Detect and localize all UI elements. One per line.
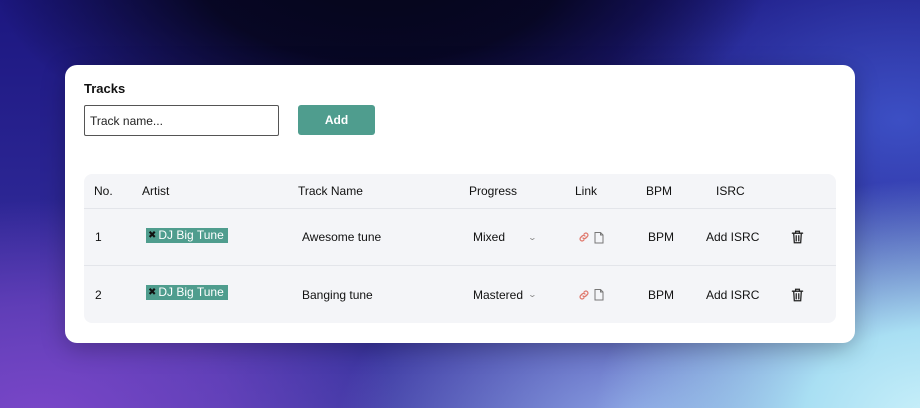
add-isrc-link[interactable]: Add ISRC xyxy=(706,266,759,323)
progress-value: Mixed xyxy=(473,230,506,244)
link-cell xyxy=(578,266,604,323)
progress-select[interactable]: Mastered ⌄ xyxy=(473,287,538,302)
link-cell xyxy=(578,209,604,265)
chevron-down-icon: ⌄ xyxy=(527,232,538,242)
track-name-input[interactable] xyxy=(84,105,279,136)
copy-icon[interactable] xyxy=(594,231,604,244)
link-icon[interactable] xyxy=(578,231,590,243)
table-header: No. Artist Track Name Progress Link BPM … xyxy=(84,174,836,209)
table-row: 1 ✖ DJ Big Tune Awesome tune Mixed ⌄ BPM… xyxy=(84,209,836,266)
card-title: Tracks xyxy=(84,81,126,96)
trash-icon[interactable] xyxy=(791,230,804,244)
header-isrc: ISRC xyxy=(716,184,745,198)
add-button[interactable]: Add xyxy=(298,105,375,135)
artist-cell: ✖ DJ Big Tune xyxy=(146,209,228,265)
close-icon[interactable]: ✖ xyxy=(148,230,156,241)
artist-tag: ✖ DJ Big Tune xyxy=(146,285,228,300)
track-name: Awesome tune xyxy=(302,230,382,244)
artist-cell: ✖ DJ Big Tune xyxy=(146,266,228,323)
bpm-value[interactable]: BPM xyxy=(648,266,674,323)
track-name: Banging tune xyxy=(302,287,373,302)
delete-cell xyxy=(791,266,804,323)
tracks-table: No. Artist Track Name Progress Link BPM … xyxy=(84,174,836,323)
progress-cell: Mastered ⌄ xyxy=(473,266,538,323)
header-track-name: Track Name xyxy=(298,184,363,198)
artist-tag: ✖ DJ Big Tune xyxy=(146,228,228,243)
progress-cell: Mixed ⌄ xyxy=(473,209,538,265)
header-progress: Progress xyxy=(469,184,518,198)
artist-name: DJ Big Tune xyxy=(158,228,224,242)
row-number: 2 xyxy=(95,287,102,302)
trash-icon[interactable] xyxy=(791,288,804,302)
add-isrc-link[interactable]: Add ISRC xyxy=(706,209,759,265)
copy-icon[interactable] xyxy=(594,288,604,301)
progress-select[interactable]: Mixed ⌄ xyxy=(473,230,538,244)
delete-cell xyxy=(791,209,804,265)
bpm-value[interactable]: BPM xyxy=(648,209,674,265)
progress-value: Mastered xyxy=(473,287,524,302)
close-icon[interactable]: ✖ xyxy=(148,287,156,298)
header-no: No. xyxy=(94,184,113,198)
header-link: Link xyxy=(575,184,598,198)
artist-name: DJ Big Tune xyxy=(158,285,224,299)
header-artist: Artist xyxy=(142,184,170,198)
link-icon[interactable] xyxy=(578,289,590,301)
row-number: 1 xyxy=(95,230,102,244)
tracks-card: Tracks Add No. Artist Track Name Progres… xyxy=(65,65,855,343)
table-row: 2 ✖ DJ Big Tune Banging tune Mastered ⌄ xyxy=(84,266,836,323)
chevron-down-icon: ⌄ xyxy=(527,290,538,299)
header-bpm: BPM xyxy=(646,184,673,198)
